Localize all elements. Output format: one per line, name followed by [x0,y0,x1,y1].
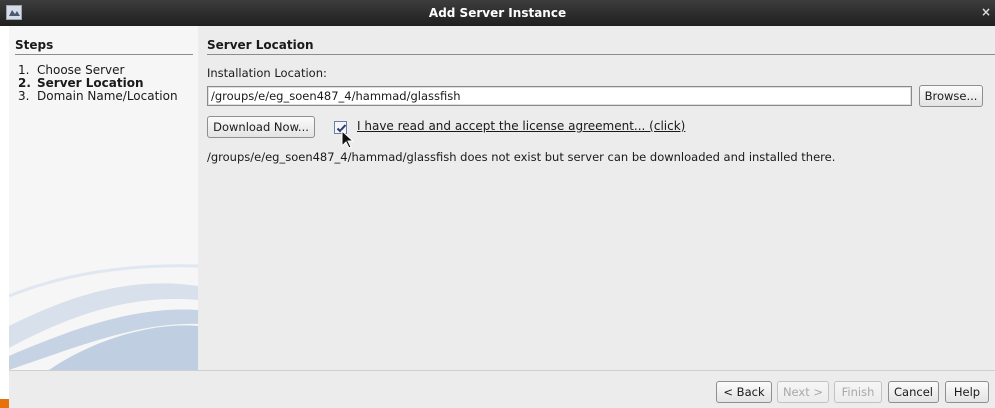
decorative-swoosh [9,264,198,370]
steps-divider [15,54,193,55]
section-heading: Server Location [207,38,314,52]
footer-divider [9,370,995,371]
finish-button[interactable]: Finish [834,381,882,403]
step-number: 3. [18,89,30,103]
download-now-button[interactable]: Download Now... [207,116,315,138]
back-button[interactable]: < Back [716,381,772,403]
steps-heading: Steps [15,38,54,52]
next-button[interactable]: Next > [777,381,829,403]
step-label: Server Location [37,76,144,90]
taskbar-edge [0,399,9,408]
step-label: Choose Server [37,63,125,77]
installation-location-input[interactable] [207,86,912,106]
browse-button[interactable]: Browse... [919,85,983,107]
step-label: Domain Name/Location [37,89,178,103]
close-icon[interactable]: × [981,5,991,19]
help-button[interactable]: Help [945,381,989,403]
section-divider [207,54,995,55]
license-agreement-link[interactable]: I have read and accept the license agree… [357,119,685,133]
installation-location-label: Installation Location: [207,66,327,80]
dialog-body: Steps 1. Choose Server 2. Server Location … [9,26,995,408]
mouse-pointer-icon [341,130,355,149]
title-bar: Add Server Instance × [0,0,995,26]
step-domain-name-location: 3. Domain Name/Location [18,90,178,103]
window-title: Add Server Instance [428,6,567,20]
cancel-button[interactable]: Cancel [888,381,939,403]
status-message: /groups/e/eg_soen487_4/hammad/glassfish … [207,150,836,164]
steps-panel: Steps 1. Choose Server 2. Server Location … [9,26,198,370]
